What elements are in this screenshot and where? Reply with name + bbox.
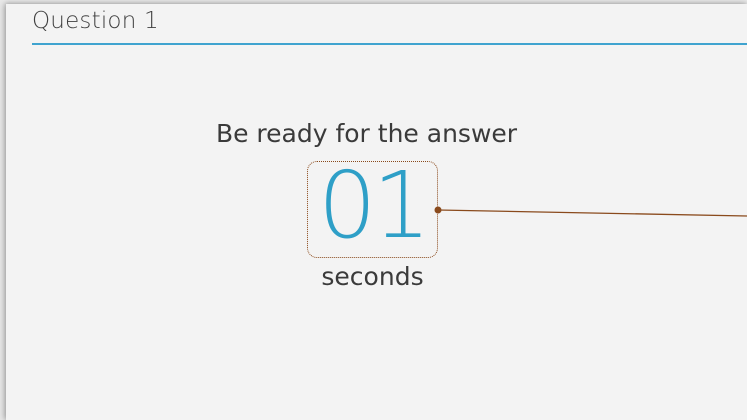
prompt-text: Be ready for the answer bbox=[215, 119, 518, 148]
slide: Question 1 Be ready for the answer 01 se… bbox=[6, 4, 747, 420]
callout-line bbox=[437, 209, 747, 217]
countdown-unit: seconds bbox=[321, 262, 424, 291]
countdown-value: 01 bbox=[317, 152, 431, 259]
slide-title: Question 1 bbox=[32, 8, 159, 34]
title-underline bbox=[32, 43, 747, 45]
